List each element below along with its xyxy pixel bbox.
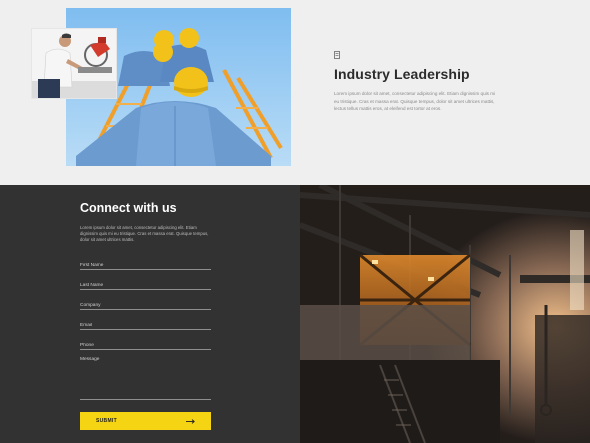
- last-name-field[interactable]: [80, 281, 211, 289]
- phone-field[interactable]: [80, 341, 211, 349]
- contact-title: Connect with us: [80, 201, 177, 215]
- last-name-field-wrap: [80, 281, 211, 290]
- company-field-wrap: [80, 301, 211, 310]
- first-name-field-wrap: [80, 261, 211, 270]
- section-title: Industry Leadership: [334, 66, 470, 82]
- submit-button[interactable]: SUBMIT: [80, 412, 211, 430]
- submit-button-label: SUBMIT: [96, 418, 117, 424]
- arrow-right-icon: [186, 418, 195, 424]
- worker-with-saw-photo: [31, 28, 117, 99]
- company-field[interactable]: [80, 301, 211, 309]
- email-field-wrap: [80, 321, 211, 330]
- about-section: Industry Leadership Lorem ipsum dolor si…: [0, 0, 590, 185]
- phone-field-wrap: [80, 341, 211, 350]
- factory-interior-photo: [300, 185, 590, 443]
- email-field[interactable]: [80, 321, 211, 329]
- document-icon: [334, 51, 340, 59]
- contact-intro-text: Lorem ipsum dolor sit amet, consectetur …: [80, 225, 209, 242]
- contact-section: Connect with us Lorem ipsum dolor sit am…: [0, 185, 300, 443]
- section-body-text: Lorem ipsum dolor sit amet, consectetur …: [334, 91, 496, 112]
- message-field-wrap: [80, 357, 211, 400]
- message-field[interactable]: [80, 357, 211, 399]
- first-name-field[interactable]: [80, 261, 211, 269]
